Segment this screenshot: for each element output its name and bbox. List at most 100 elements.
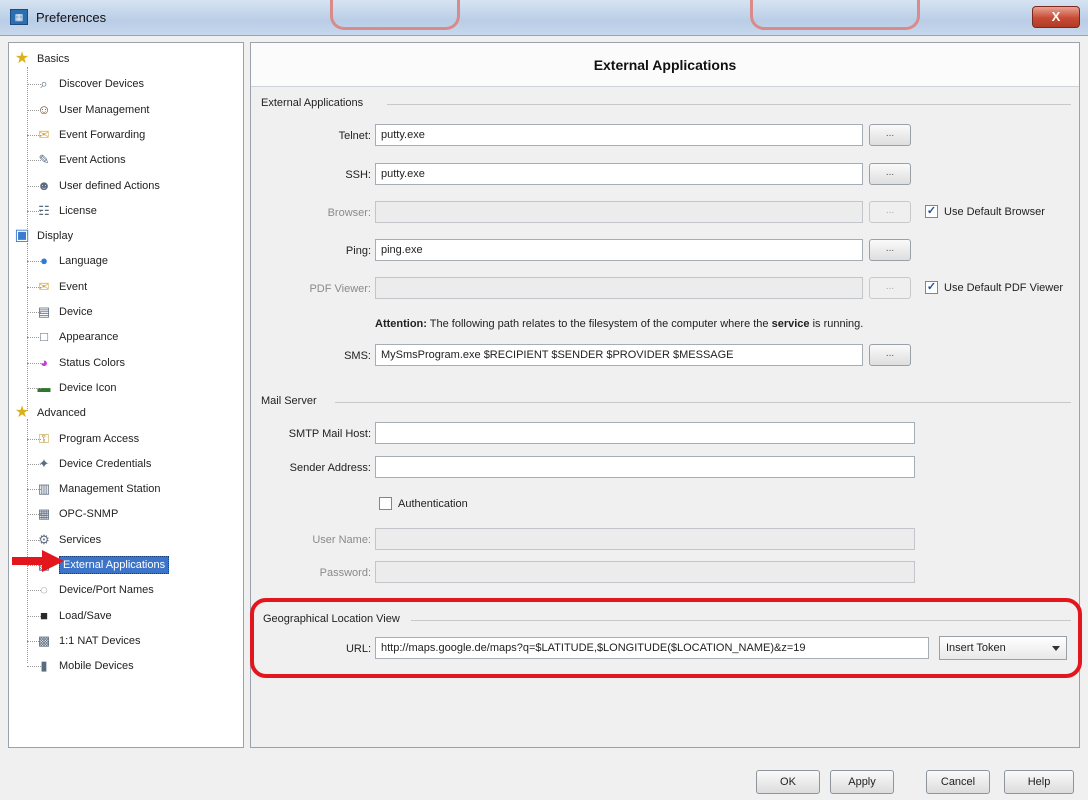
tree-item-label: User Management [59,103,150,116]
tree-item-label: Device [59,306,93,318]
tree-item[interactable]: ▦ OPC-SNMP [27,502,119,526]
tree-item-label: Status Colors [59,356,126,369]
use-default-browser-checkbox[interactable]: ✓ Use Default Browser [925,205,1045,218]
pdf-viewer-browse-button[interactable]: ... [869,277,911,299]
password-label: Password: [319,567,371,579]
smtp-host-input[interactable] [375,422,915,444]
tree-item-label: Management Station [59,483,161,496]
sender-address-input[interactable] [375,456,915,478]
attention-suffix: is running. [809,318,864,330]
tree-item[interactable]: ✉ Event [27,275,88,299]
tree-connector [27,387,41,389]
telnet-input[interactable]: putty.exe [375,124,863,146]
ping-label: Ping: [345,245,371,257]
tree-item[interactable]: ▩ 1:1 NAT Devices [27,629,141,653]
tree-connector [27,84,41,86]
tree-connector [27,160,41,162]
tree-item[interactable]: ▬ Device Icon [27,376,116,400]
tree-connector [27,134,41,136]
tree-connector [27,261,41,263]
tree-item[interactable]: ▥ Management Station [27,477,161,501]
tree-item-label: Device/Port Names [59,584,154,597]
tree-item-label: User defined Actions [59,179,160,192]
apply-button[interactable]: Apply [830,770,894,794]
app-icon: ▦ [10,9,28,25]
sender-address-label: Sender Address: [289,462,371,474]
tree-item-label: Advanced [37,407,86,420]
telnet-browse-button[interactable]: ... [869,124,911,146]
checkbox-empty-icon [379,497,392,510]
browser-browse-button[interactable]: ... [869,201,911,223]
close-button[interactable]: X [1032,6,1080,28]
checkmark-icon: ✓ [925,205,938,218]
tree-item-label: Services [59,533,102,546]
tree-item-label: License [59,204,97,217]
ssh-label: SSH: [345,169,371,181]
tree-item[interactable]: ✎ Event Actions [27,148,126,172]
tree-category[interactable]: ★ Advanced [13,401,86,425]
panel-title: External Applications [251,43,1079,87]
tree-item[interactable]: ✉ Event Forwarding [27,123,145,147]
ping-browse-button[interactable]: ... [869,239,911,261]
tree-connector [27,109,41,111]
tree-item-label: Language [59,255,108,268]
tree-connector [27,666,41,668]
tree-item-label: External Applications [59,556,170,574]
tree-item[interactable]: ☺ User Management [27,98,150,122]
tree-item[interactable]: □ Appearance [27,325,118,349]
browser-input[interactable] [375,201,863,223]
ok-button[interactable]: OK [756,770,820,794]
tree-item[interactable]: ▤ Device [27,300,93,324]
window-title: Preferences [36,10,107,25]
tree-item[interactable]: ⚿ Program Access [27,427,139,451]
cancel-button[interactable]: Cancel [926,770,990,794]
password-input[interactable] [375,561,915,583]
sms-browse-button[interactable]: ... [869,344,911,366]
sms-input[interactable]: MySmsProgram.exe $RECIPIENT $SENDER $PRO… [375,344,863,366]
tree-connector [27,640,41,642]
tree-item[interactable]: ▮ Mobile Devices [27,654,134,678]
tree-item[interactable]: ■ Load/Save [27,604,112,628]
tree-category[interactable]: ★ Basics [13,47,70,71]
group-divider [387,104,1071,105]
preferences-tree: ★ Basics ⌕ Discover Devices ☺ User Management… [8,42,244,748]
use-default-pdf-label: Use Default PDF Viewer [944,281,1064,294]
user-name-input[interactable] [375,528,915,550]
authentication-checkbox[interactable]: Authentication [379,497,468,510]
tree-item-label: OPC-SNMP [59,508,119,521]
tree-connector [27,419,28,663]
star-icon: ★ [14,50,30,67]
telnet-label: Telnet: [338,130,371,142]
tree-item[interactable]: ● Language [27,249,108,273]
checkmark-icon: ✓ [925,281,938,294]
tree-category[interactable]: ▣ Display [13,224,73,248]
tree-item[interactable]: ◌ Device/Port Names [27,578,154,602]
ssh-browse-button[interactable]: ... [869,163,911,185]
tree-item-label: Discover Devices [59,78,144,91]
tree-connector [27,67,28,235]
pdf-viewer-input[interactable] [375,277,863,299]
group-title-mail-server: Mail Server [261,395,317,407]
tree-item[interactable]: ⚙ Services [27,528,102,552]
tree-item-label: 1:1 NAT Devices [59,634,141,647]
ping-input[interactable]: ping.exe [375,239,863,261]
tree-item[interactable]: ⌕ Discover Devices [27,72,144,96]
ssh-input[interactable]: putty.exe [375,163,863,185]
attention-bold-word: service [771,318,810,330]
smtp-host-label: SMTP Mail Host: [288,428,371,440]
tree-item-label: Load/Save [59,609,112,622]
display-icon: ▣ [14,227,30,245]
title-bar: ▦ Preferences X [0,0,1088,36]
tree-item[interactable]: ✦ Device Credentials [27,452,151,476]
tree-item[interactable]: ☻ User defined Actions [27,174,160,198]
use-default-pdf-checkbox[interactable]: ✓ Use Default PDF Viewer [925,281,1063,294]
tree-connector [27,489,41,491]
preferences-window: ▦ Preferences X ★ Basics ⌕ Discover Devices… [0,0,1088,800]
tree-item[interactable]: ☷ License [27,199,97,223]
tree-item-label: Event [59,280,88,293]
tree-item[interactable]: ◕ Status Colors [27,351,126,375]
tree-connector [27,539,41,541]
star-icon: ★ [14,404,30,422]
sms-label: SMS: [344,350,371,362]
help-button[interactable]: Help [1004,770,1074,794]
